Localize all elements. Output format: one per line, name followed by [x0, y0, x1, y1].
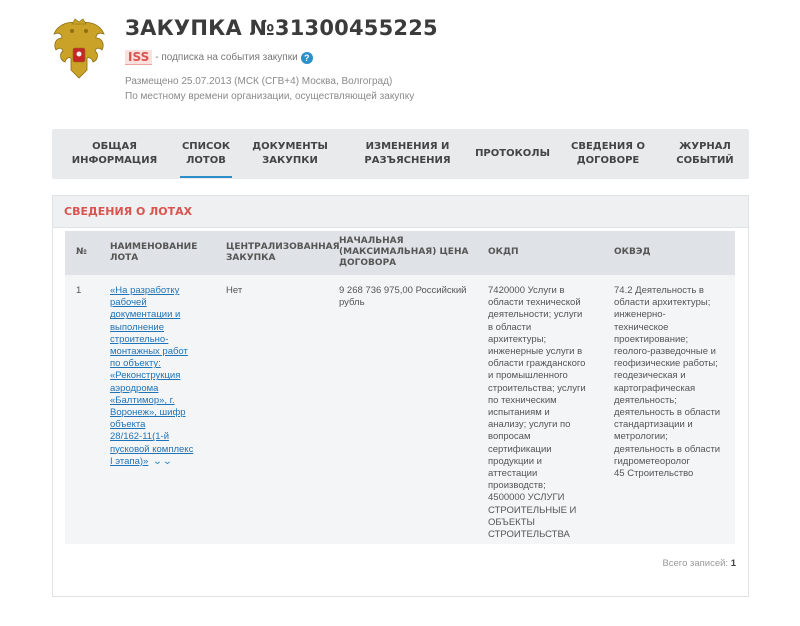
subscription-row: ISS - подписка на события закупки ?	[125, 50, 313, 65]
row-num: 1	[76, 285, 82, 296]
tab-event-log[interactable]: ЖУРНАЛ СОБЫТИЙ	[661, 129, 749, 179]
total-records: Всего записей: 1	[662, 558, 736, 569]
double-chevron-down-icon[interactable]: ⌄⌄	[153, 456, 173, 468]
tab-bar: ОБЩАЯ ИНФОРМАЦИЯ СПИСОК ЛОТОВ ДОКУМЕНТЫ ЗАК…	[52, 129, 749, 179]
table-row: 1 «На разработку рабочей документации и вып…	[65, 275, 735, 544]
timezone-note: По местному времени организации, осущест…	[125, 91, 415, 102]
col-name: НАИМЕНОВАНИЕ ЛОТА	[110, 242, 198, 263]
lot-name-link[interactable]: «На разработку рабочей документации и выпол…	[110, 285, 193, 467]
tab-procurement-documents[interactable]: ДОКУМЕНТЫ ЗАКУПКИ	[235, 129, 345, 179]
subscribe-text: - подписка на события закупки	[155, 52, 298, 63]
iss-badge[interactable]: ISS	[125, 50, 153, 65]
tab-protocols[interactable]: ПРОТОКОЛЫ	[470, 129, 555, 179]
price-value: 9 268 736 975,00 Российский рубль	[339, 285, 467, 309]
lots-panel-title: СВЕДЕНИЯ О ЛОТАХ	[53, 196, 748, 228]
page-title: ЗАКУПКА №31300455225	[125, 16, 438, 40]
russian-coat-of-arms-icon	[53, 18, 105, 79]
lots-panel: СВЕДЕНИЯ О ЛОТАХ № НАИМЕНОВАНИЕ ЛОТА ЦЕНТ…	[52, 195, 749, 597]
centralized-value: Нет	[226, 285, 243, 296]
col-okdp: ОКДП	[488, 247, 519, 257]
lot-name-cell: «На разработку рабочей документации и выпол…	[110, 285, 220, 468]
tab-changes-clarifications[interactable]: ИЗМЕНЕНИЯ И РАЗЪЯСНЕНИЯ	[345, 129, 470, 179]
okved-value: 74.2 Деятельность в области архитектуры; и…	[614, 285, 721, 480]
tab-contract-info[interactable]: СВЕДЕНИЯ О ДОГОВОРЕ	[555, 129, 661, 179]
okdp-value: 7420000 Услуги в области технической деяте…	[488, 285, 586, 541]
question-circle-icon[interactable]: ?	[300, 51, 313, 64]
tab-lot-list[interactable]: СПИСОК ЛОТОВ	[177, 129, 235, 179]
col-centralized: ЦЕНТРАЛИЗОВАННАЯ ЗАКУПКА	[226, 242, 340, 263]
col-okved: ОКВЭД	[614, 247, 651, 257]
lots-table-header: № НАИМЕНОВАНИЕ ЛОТА ЦЕНТРАЛИЗОВАННАЯ ЗАКУП…	[65, 231, 735, 275]
col-num: №	[76, 247, 87, 257]
col-price: НАЧАЛЬНАЯ (МАКСИМАЛЬНАЯ) ЦЕНА ДОГОВОРА	[339, 236, 469, 268]
tab-general-info[interactable]: ОБЩАЯ ИНФОРМАЦИЯ	[52, 129, 177, 179]
published-info: Размещено 25.07.2013 (МСК (СГВ+4) Москва…	[125, 76, 393, 87]
